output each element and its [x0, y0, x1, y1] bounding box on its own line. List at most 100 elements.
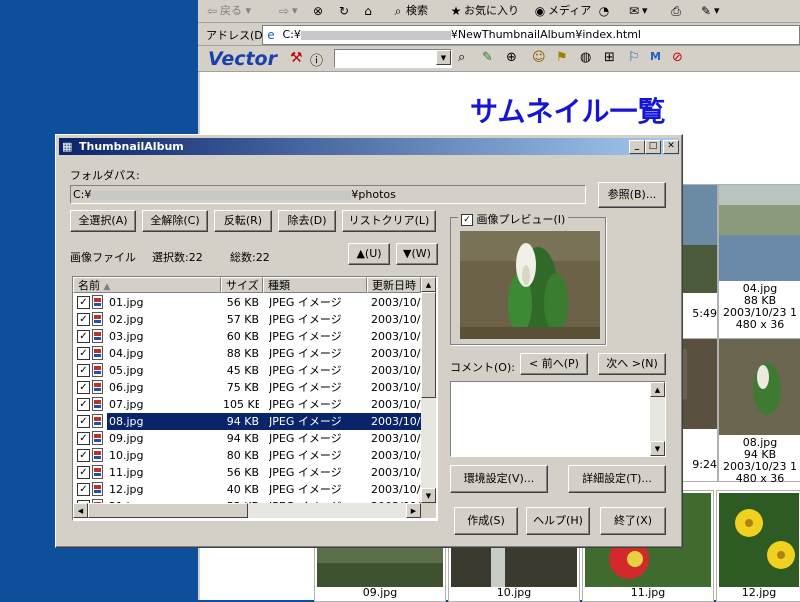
globe-icon[interactable]: ◍: [580, 50, 591, 65]
invert-button[interactable]: 反転(R): [214, 210, 272, 232]
vertical-scrollbar[interactable]: ▲ ▼: [421, 277, 436, 503]
mascot-icon[interactable]: ☺: [532, 50, 546, 65]
file-checkbox[interactable]: ✓: [77, 398, 90, 411]
back-button[interactable]: ⇦ 戻る ▾: [204, 2, 251, 20]
file-type: JPEG イメージ: [269, 466, 342, 479]
file-row[interactable]: ✓ 11.jpg 56 KB JPEG イメージ 2003/10/: [73, 464, 421, 481]
next-button[interactable]: 次へ >(N): [598, 353, 666, 375]
home-button[interactable]: ⌂: [360, 2, 376, 20]
exit-button[interactable]: 終了(X): [600, 507, 666, 535]
deselect-all-button[interactable]: 全解除(C): [142, 210, 208, 232]
move-up-button[interactable]: ▲(U): [348, 243, 390, 265]
signpost-icon[interactable]: ⚑: [556, 50, 568, 65]
scroll-down-arrow-icon[interactable]: ▼: [421, 488, 436, 503]
file-checkbox[interactable]: ✓: [77, 381, 90, 394]
close-button[interactable]: ✕: [663, 140, 679, 154]
comment-scrollbar[interactable]: ▲ ▼: [650, 382, 665, 456]
folder-path-field[interactable]: C:¥ ¥photos: [70, 185, 586, 204]
favorites-button[interactable]: ★ お気に入り: [448, 2, 519, 20]
info-icon[interactable]: ⓘ: [310, 50, 323, 69]
scroll-down-arrow-icon[interactable]: ▼: [650, 441, 665, 456]
no-entry-icon[interactable]: ⊘: [672, 50, 683, 65]
minimize-button[interactable]: _: [629, 140, 645, 154]
maximize-button[interactable]: □: [645, 140, 661, 154]
dropdown-arrow-icon[interactable]: ▼: [436, 50, 451, 65]
preview-toggle[interactable]: ✓ 画像プレビュー(I): [458, 211, 569, 226]
window-title: ThumbnailAlbum: [79, 140, 184, 153]
help-button[interactable]: ヘルプ(H): [526, 507, 590, 535]
scroll-right-arrow-icon[interactable]: ▶: [406, 503, 421, 518]
thumbnail-card[interactable]: 08.jpg 94 KB 2003/10/23 1 480 x 36: [718, 338, 800, 485]
file-checkbox[interactable]: ✓: [77, 466, 90, 479]
magnifier-icon[interactable]: ⊕: [506, 50, 517, 65]
search-icon[interactable]: ⌕: [458, 50, 465, 65]
remove-button[interactable]: 除去(D): [278, 210, 336, 232]
thumbnail-card[interactable]: 12.jpg: [716, 490, 800, 602]
scrollbar-thumb[interactable]: [421, 292, 436, 398]
move-down-button[interactable]: ▼(W): [396, 243, 438, 265]
history-button[interactable]: ◔: [596, 2, 612, 20]
file-row[interactable]: ✓ 12.jpg 40 KB JPEG イメージ 2003/10/: [73, 481, 421, 498]
network-icon[interactable]: ⊞: [604, 50, 615, 65]
column-header-type[interactable]: 種類: [263, 277, 367, 293]
select-all-button[interactable]: 全選択(A): [70, 210, 136, 232]
file-checkbox[interactable]: ✓: [77, 415, 90, 428]
address-input[interactable]: e C:¥ ¥NewThumbnailAlbum¥index.html: [262, 25, 800, 45]
jpeg-file-icon: [92, 380, 103, 394]
forward-button[interactable]: ⇨ ▾: [276, 2, 298, 20]
file-row[interactable]: ✓ 09.jpg 94 KB JPEG イメージ 2003/10/: [73, 430, 421, 447]
comment-textarea[interactable]: ▲ ▼: [450, 381, 666, 457]
browse-button[interactable]: 参照(B)...: [598, 182, 666, 208]
preview-checkbox[interactable]: ✓: [461, 214, 473, 226]
file-checkbox[interactable]: ✓: [77, 296, 90, 309]
media-button[interactable]: ◉ メディア: [532, 2, 591, 20]
previous-button[interactable]: < 前へ(P): [520, 353, 588, 375]
list-clear-button[interactable]: リストクリア(L): [342, 210, 436, 232]
file-row[interactable]: ✓ 04.jpg 88 KB JPEG イメージ 2003/10/: [73, 345, 421, 362]
file-row[interactable]: ✓ 10.jpg 80 KB JPEG イメージ 2003/10/: [73, 447, 421, 464]
scroll-up-arrow-icon[interactable]: ▲: [421, 277, 436, 292]
horizontal-scrollbar[interactable]: ◀ ▶: [73, 503, 421, 518]
mv-icon[interactable]: M: [650, 50, 661, 63]
file-row[interactable]: ✓ 01.jpg 56 KB JPEG イメージ 2003/10/: [73, 294, 421, 311]
file-row[interactable]: ✓ 03.jpg 60 KB JPEG イメージ 2003/10/: [73, 328, 421, 345]
print-button[interactable]: ⎙: [668, 2, 684, 20]
file-row[interactable]: ✓ 05.jpg 45 KB JPEG イメージ 2003/10/: [73, 362, 421, 379]
pen-icon[interactable]: ✎: [482, 50, 493, 65]
thumbnail-card[interactable]: 04.jpg 88 KB 2003/10/23 1 480 x 36: [718, 184, 800, 346]
thumbnail-image: [719, 493, 799, 587]
file-checkbox[interactable]: ✓: [77, 449, 90, 462]
file-row[interactable]: ✓ 07.jpg 105 KB JPEG イメージ 2003/10/: [73, 396, 421, 413]
file-checkbox[interactable]: ✓: [77, 483, 90, 496]
column-header-size[interactable]: サイズ: [221, 277, 263, 293]
vector-search-input[interactable]: ▼: [334, 49, 452, 68]
bookmark-icon[interactable]: ⚐: [628, 50, 640, 65]
file-checkbox[interactable]: ✓: [77, 364, 90, 377]
scroll-left-arrow-icon[interactable]: ◀: [73, 503, 88, 518]
file-checkbox[interactable]: ✓: [77, 313, 90, 326]
file-checkbox[interactable]: ✓: [77, 347, 90, 360]
vector-logo: Vector: [208, 48, 277, 70]
tools-icon[interactable]: ⚒: [290, 50, 303, 66]
refresh-button[interactable]: ↻: [336, 2, 352, 20]
scrollbar-thumb[interactable]: [88, 503, 248, 518]
file-type: JPEG イメージ: [269, 483, 342, 496]
window-titlebar[interactable]: ▦ ThumbnailAlbum _ □ ✕: [59, 138, 679, 155]
search-button[interactable]: ⌕ 検索: [390, 2, 428, 20]
mail-button[interactable]: ✉ ▾: [626, 2, 648, 20]
file-row[interactable]: ✓ 02.jpg 57 KB JPEG イメージ 2003/10/: [73, 311, 421, 328]
file-list[interactable]: 名前 ▲ サイズ 種類 更新日時 ✓ 01.jpg 56 KB JPEG イメージ 20…: [72, 276, 438, 521]
file-checkbox[interactable]: ✓: [77, 432, 90, 445]
detail-settings-button[interactable]: 詳細設定(T)...: [568, 465, 666, 493]
scroll-up-arrow-icon[interactable]: ▲: [650, 382, 665, 397]
edit-button[interactable]: ✎ ▾: [698, 2, 720, 20]
create-button[interactable]: 作成(S): [454, 507, 518, 535]
thumbnail-image: [719, 185, 800, 281]
environment-settings-button[interactable]: 環境設定(V)...: [450, 465, 548, 493]
column-header-date[interactable]: 更新日時: [367, 277, 421, 293]
file-checkbox[interactable]: ✓: [77, 330, 90, 343]
stop-button[interactable]: ⊗: [310, 2, 326, 20]
column-header-name[interactable]: 名前 ▲: [73, 277, 221, 293]
file-row[interactable]: ✓ 08.jpg 94 KB JPEG イメージ 2003/10/: [73, 413, 421, 430]
file-row[interactable]: ✓ 06.jpg 75 KB JPEG イメージ 2003/10/: [73, 379, 421, 396]
